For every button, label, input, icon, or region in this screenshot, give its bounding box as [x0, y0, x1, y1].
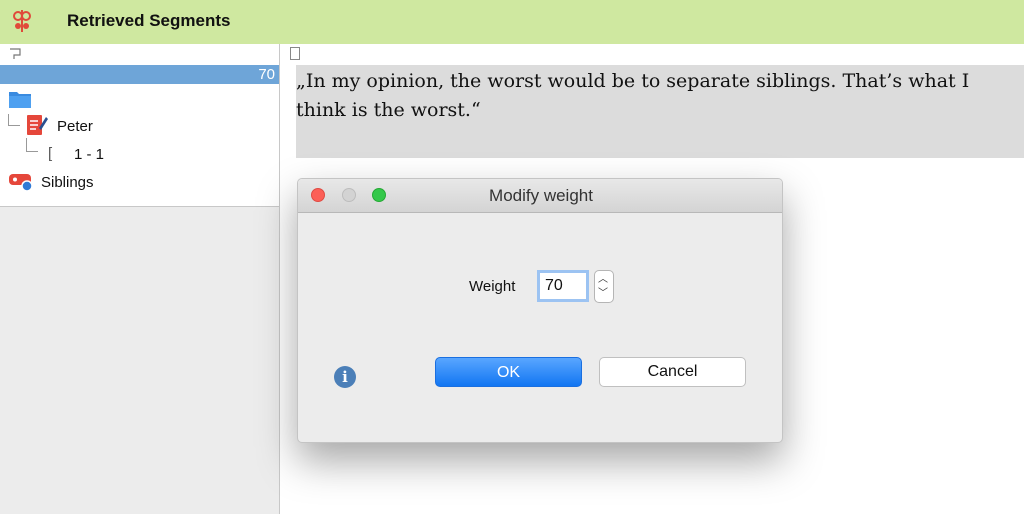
code-icon[interactable] — [8, 171, 34, 191]
document-name[interactable]: Peter — [57, 118, 93, 135]
tree-connector — [8, 114, 20, 126]
dialog-titlebar[interactable]: Modify weight — [298, 179, 782, 213]
weight-stepper[interactable]: ︿ ﹀ — [594, 270, 614, 303]
segment-marker-icon — [10, 48, 21, 59]
weight-value-label: 70 — [258, 66, 275, 83]
cancel-button[interactable]: Cancel — [599, 357, 746, 387]
document-page-icon — [290, 47, 300, 60]
segment-tree-pane: 70 Peter [ 1 - 1 Siblings — [0, 44, 280, 514]
ok-button[interactable]: OK — [435, 357, 582, 387]
segment-text: „In my opinion, the worst would be to se… — [296, 70, 970, 121]
app-titlebar: Retrieved Segments — [0, 0, 1024, 44]
dialog-title: Modify weight — [489, 186, 593, 205]
window-title: Retrieved Segments — [67, 11, 231, 30]
weight-input[interactable]: 70 — [537, 270, 589, 302]
chevron-down-icon[interactable]: ﹀ — [598, 289, 608, 299]
tree-connector — [26, 138, 38, 152]
segment-text-box[interactable]: „In my opinion, the worst would be to se… — [296, 65, 1024, 158]
info-icon[interactable]: i — [334, 366, 356, 388]
modify-weight-dialog: Modify weight Weight 70 ︿ ﹀ i OK Cancel — [297, 178, 783, 443]
document-icon[interactable] — [26, 114, 48, 138]
retrieved-segments-icon — [13, 10, 31, 32]
segment-tree: 70 Peter [ 1 - 1 Siblings — [0, 44, 279, 207]
selected-segment-row[interactable]: 70 — [0, 65, 279, 84]
code-name[interactable]: Siblings — [41, 174, 94, 191]
chevron-up-icon[interactable]: ︿ — [598, 275, 608, 285]
segment-label[interactable]: 1 - 1 — [74, 146, 104, 163]
weight-label: Weight — [469, 278, 516, 295]
folder-icon[interactable] — [8, 89, 32, 109]
segment-bracket-icon: [ — [48, 145, 53, 162]
